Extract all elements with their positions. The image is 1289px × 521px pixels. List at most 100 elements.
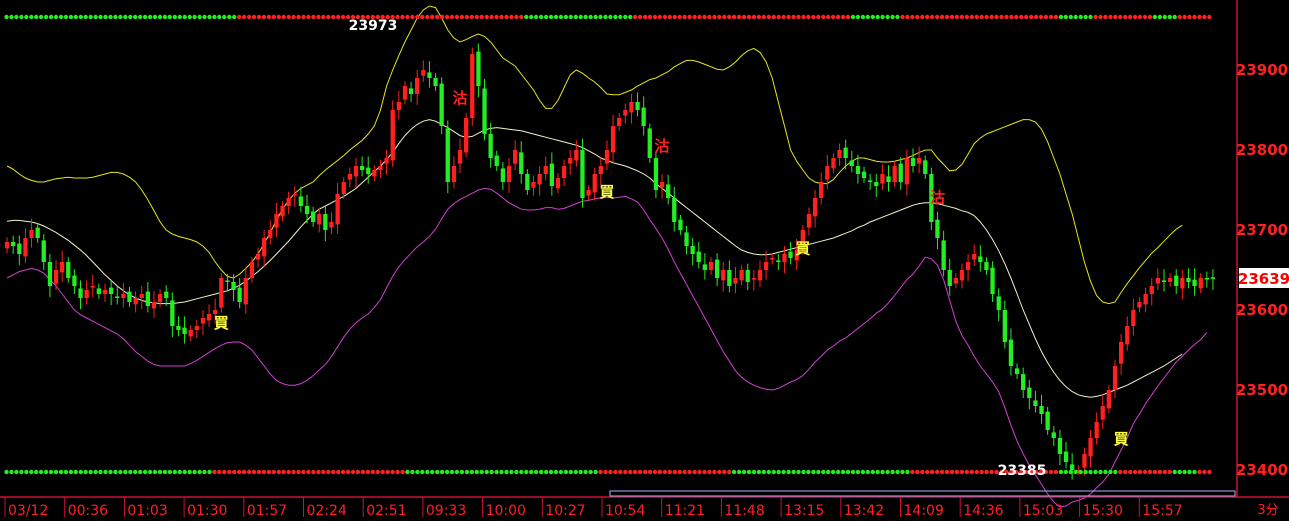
candle-body bbox=[1131, 310, 1136, 326]
candle-body bbox=[262, 238, 267, 257]
signal-dot bbox=[905, 14, 910, 20]
signal-dot bbox=[355, 469, 361, 475]
signal-dot bbox=[905, 469, 910, 475]
signal-dot bbox=[331, 469, 336, 475]
signal-dot bbox=[1137, 469, 1143, 475]
candle-body bbox=[121, 294, 126, 298]
candle-body bbox=[231, 282, 236, 290]
signal-dot bbox=[435, 469, 440, 475]
signal-dot bbox=[509, 469, 514, 475]
signal-dot bbox=[855, 469, 861, 475]
signal-dot bbox=[78, 14, 84, 20]
candle-body bbox=[727, 270, 732, 286]
candle-body bbox=[819, 182, 824, 198]
signal-dot bbox=[989, 14, 994, 20]
signal-dot bbox=[326, 469, 331, 475]
signal-dot bbox=[870, 469, 875, 475]
signal-dot bbox=[276, 14, 281, 20]
signal-dot bbox=[58, 469, 64, 475]
signal-dot bbox=[53, 14, 59, 20]
signal-dot bbox=[24, 14, 29, 20]
candle-body bbox=[280, 206, 285, 217]
signal-dot bbox=[167, 14, 172, 20]
signal-dot bbox=[603, 469, 608, 475]
signal-dot bbox=[514, 14, 519, 20]
signal-dot bbox=[717, 469, 722, 475]
signal-dot bbox=[603, 14, 608, 20]
candle-body bbox=[249, 262, 255, 278]
signal-dot bbox=[1073, 469, 1078, 475]
signal-dot bbox=[192, 469, 197, 475]
candle-body bbox=[292, 194, 297, 196]
signal-dot bbox=[890, 14, 895, 20]
candle-body bbox=[439, 83, 444, 126]
candle-body bbox=[610, 126, 616, 153]
signal-dot bbox=[241, 469, 247, 475]
signal-dot bbox=[875, 469, 880, 475]
signal-dot bbox=[504, 14, 509, 20]
candle-body bbox=[1094, 422, 1099, 438]
signal-dot bbox=[197, 14, 202, 20]
signal-dot bbox=[93, 14, 98, 20]
signal-dot bbox=[731, 469, 737, 475]
candle-body bbox=[47, 262, 53, 286]
candle-body bbox=[274, 214, 279, 228]
signal-dot bbox=[667, 14, 672, 20]
candle-body bbox=[702, 264, 707, 270]
signal-dot bbox=[251, 469, 257, 475]
signal-dot bbox=[1098, 469, 1103, 475]
candle-body bbox=[464, 118, 469, 153]
signal-dot bbox=[1053, 469, 1059, 475]
chart-stage: 買沽買沽買沽買 23400 23500 23600 23700 23800 23900 0… bbox=[0, 0, 1289, 519]
candle-body bbox=[1161, 280, 1167, 282]
candle-body bbox=[972, 254, 977, 260]
signal-dot bbox=[1177, 469, 1182, 475]
signal-dot bbox=[395, 469, 400, 475]
signal-dot bbox=[1023, 14, 1029, 20]
signal-dot bbox=[504, 469, 509, 475]
signal-dot bbox=[509, 14, 514, 20]
signal-dot bbox=[934, 469, 940, 475]
signal-dot bbox=[499, 469, 504, 475]
signal-dot bbox=[430, 469, 435, 475]
candle-body bbox=[1082, 454, 1087, 468]
signal-dot bbox=[840, 14, 846, 20]
candle-body bbox=[366, 167, 371, 174]
signal-dot bbox=[1197, 14, 1202, 20]
candle-body bbox=[1210, 277, 1216, 279]
signal-dot bbox=[444, 14, 450, 20]
signal-dot bbox=[1128, 14, 1133, 20]
x-tick-label: 02:51 bbox=[366, 503, 406, 517]
signal-dot bbox=[697, 469, 702, 475]
signal-dot bbox=[583, 14, 588, 20]
candle-body bbox=[243, 278, 248, 305]
signal-dot bbox=[736, 14, 742, 20]
candle-body bbox=[849, 160, 854, 166]
signal-dot bbox=[1038, 14, 1044, 20]
candle-body bbox=[35, 227, 40, 238]
candle-body bbox=[843, 147, 848, 158]
signal-dot bbox=[271, 14, 276, 20]
session-low-label: 23385 bbox=[998, 463, 1047, 479]
signal-dot bbox=[410, 14, 415, 20]
signal-dot bbox=[1058, 469, 1064, 475]
signal-dot bbox=[736, 469, 742, 475]
signal-dot bbox=[731, 14, 737, 20]
candle-body bbox=[659, 182, 665, 188]
x-tick-label: 09:33 bbox=[426, 503, 466, 517]
signal-dot bbox=[1004, 14, 1009, 20]
candle-body bbox=[782, 254, 787, 262]
signal-dot bbox=[261, 14, 267, 20]
signal-dot bbox=[1048, 469, 1054, 475]
signal-dot bbox=[944, 14, 950, 20]
candle-body bbox=[880, 174, 885, 184]
signal-dot bbox=[558, 469, 564, 475]
signal-dot bbox=[1058, 14, 1064, 20]
candle-body bbox=[531, 182, 536, 188]
signal-dot bbox=[979, 469, 984, 475]
signal-dot bbox=[761, 469, 767, 475]
signal-dot bbox=[1152, 14, 1158, 20]
signal-dot bbox=[29, 469, 34, 475]
signal-dot bbox=[553, 469, 559, 475]
candle-body bbox=[580, 150, 585, 198]
